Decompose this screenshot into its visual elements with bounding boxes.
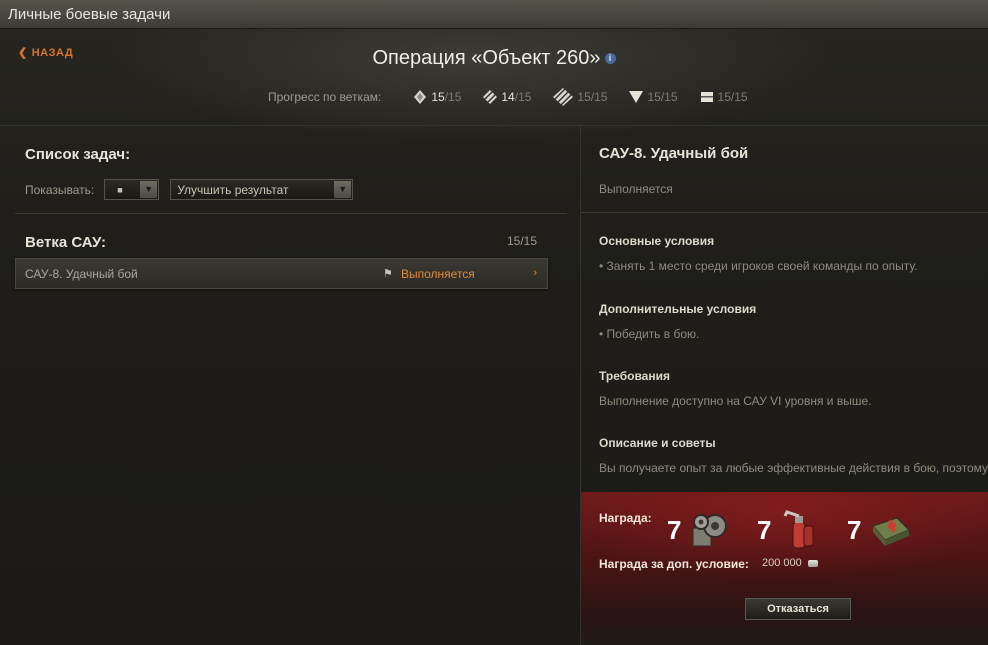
filter-type-value: ■ bbox=[117, 184, 123, 195]
task-name: САУ-8. Удачный бой bbox=[25, 267, 138, 281]
section-heading: Дополнительные условия bbox=[599, 302, 757, 316]
light-tank-icon bbox=[553, 88, 574, 106]
first-aid-kit-icon bbox=[872, 517, 911, 546]
branch-progress: Прогресс по веткам: 15/15 14/15 15/15 15… bbox=[268, 88, 770, 106]
chevron-right-icon: › bbox=[533, 267, 537, 279]
reward-count: 7 bbox=[757, 514, 772, 545]
filter-label: Показывать: bbox=[25, 182, 95, 197]
medium-tank-icon bbox=[483, 90, 498, 104]
reward-count: 7 bbox=[667, 514, 682, 545]
reward-item-first-aid[interactable]: 7 bbox=[847, 510, 911, 550]
branch-progress-medium[interactable]: 14/15 bbox=[483, 90, 531, 104]
refuse-button[interactable]: Отказаться bbox=[745, 598, 851, 620]
filter-row: Показывать: ■ ▼ Улучшить результат ▼ bbox=[25, 179, 354, 200]
extra-reward-value: 200 000 bbox=[762, 557, 818, 569]
task-list-heading: Список задач: bbox=[25, 146, 131, 163]
detail-section-extra: Дополнительные условия • Победить в бою. bbox=[599, 302, 988, 341]
section-heading: Основные условия bbox=[599, 234, 715, 248]
detail-state: Выполняется bbox=[599, 182, 673, 196]
reward-item-extinguisher[interactable]: 7 bbox=[757, 510, 821, 550]
branch-title: Ветка САУ: bbox=[25, 234, 107, 251]
main-panel: ❮ НАЗАД Операция «Объект 260» i Прогресс п… bbox=[0, 29, 988, 645]
gears-equipment-icon bbox=[692, 514, 728, 547]
operation-title: Операция «Объект 260» bbox=[372, 47, 601, 69]
section-text: Вы получаете опыт за любые эффективные д… bbox=[599, 461, 988, 475]
info-icon[interactable]: i bbox=[604, 53, 616, 65]
detail-divider bbox=[581, 212, 988, 213]
fire-extinguisher-icon bbox=[784, 510, 814, 549]
td-icon bbox=[629, 91, 644, 103]
extra-reward-label: Награда за доп. условие: bbox=[599, 557, 749, 571]
detail-section-main: Основные условия • Занять 1 место среди … bbox=[599, 234, 988, 273]
chevron-down-icon: ▼ bbox=[140, 181, 158, 198]
reward-panel: Награда: 7 7 7 Награда за доп. условие: … bbox=[581, 492, 988, 645]
list-divider bbox=[15, 213, 567, 214]
filter-type-dropdown[interactable]: ■ ▼ bbox=[104, 179, 160, 200]
window-title: Личные боевые задачи bbox=[8, 6, 171, 23]
filter-status-dropdown[interactable]: Улучшить результат ▼ bbox=[170, 179, 354, 200]
section-heading: Требования bbox=[599, 369, 670, 383]
filter-status-value: Улучшить результат bbox=[177, 182, 289, 197]
branch-progress-heavy[interactable]: 15/15 bbox=[413, 90, 461, 104]
page-title: Операция «Объект 260» i bbox=[0, 47, 988, 70]
branch-count: 15/15 bbox=[507, 234, 538, 248]
branch-progress-light[interactable]: 15/15 bbox=[553, 88, 607, 106]
progress-label: Прогресс по веткам: bbox=[268, 90, 382, 104]
chevron-down-icon: ▼ bbox=[334, 181, 352, 198]
detail-title: САУ-8. Удачный бой bbox=[599, 145, 749, 162]
credits-icon bbox=[807, 559, 818, 567]
section-text: Выполнение доступно на САУ VI уровня и в… bbox=[599, 394, 872, 408]
section-text: • Занять 1 место среди игроков своей ком… bbox=[599, 259, 918, 273]
heavy-tank-icon bbox=[414, 90, 427, 104]
flag-icon: ⚑ bbox=[383, 268, 393, 280]
detail-section-description: Описание и советы Вы получаете опыт за л… bbox=[599, 436, 988, 475]
section-text: • Победить в бою. bbox=[599, 327, 700, 341]
reward-item-equipment[interactable]: 7 bbox=[667, 510, 731, 550]
reward-count: 7 bbox=[847, 514, 862, 545]
spg-icon bbox=[700, 92, 713, 102]
section-heading: Описание и советы bbox=[599, 436, 716, 450]
list-item[interactable]: САУ-8. Удачный бой ⚑ Выполняется › bbox=[15, 258, 548, 289]
detail-section-requirements: Требования Выполнение доступно на САУ VI… bbox=[599, 369, 988, 408]
task-status: Выполняется bbox=[401, 267, 475, 281]
header-divider bbox=[0, 125, 988, 126]
branch-progress-td[interactable]: 15/15 bbox=[629, 90, 678, 104]
title-bar: Личные боевые задачи bbox=[0, 0, 988, 29]
reward-label: Награда: bbox=[599, 511, 652, 525]
branch-progress-spg[interactable]: 15/15 bbox=[700, 90, 748, 104]
